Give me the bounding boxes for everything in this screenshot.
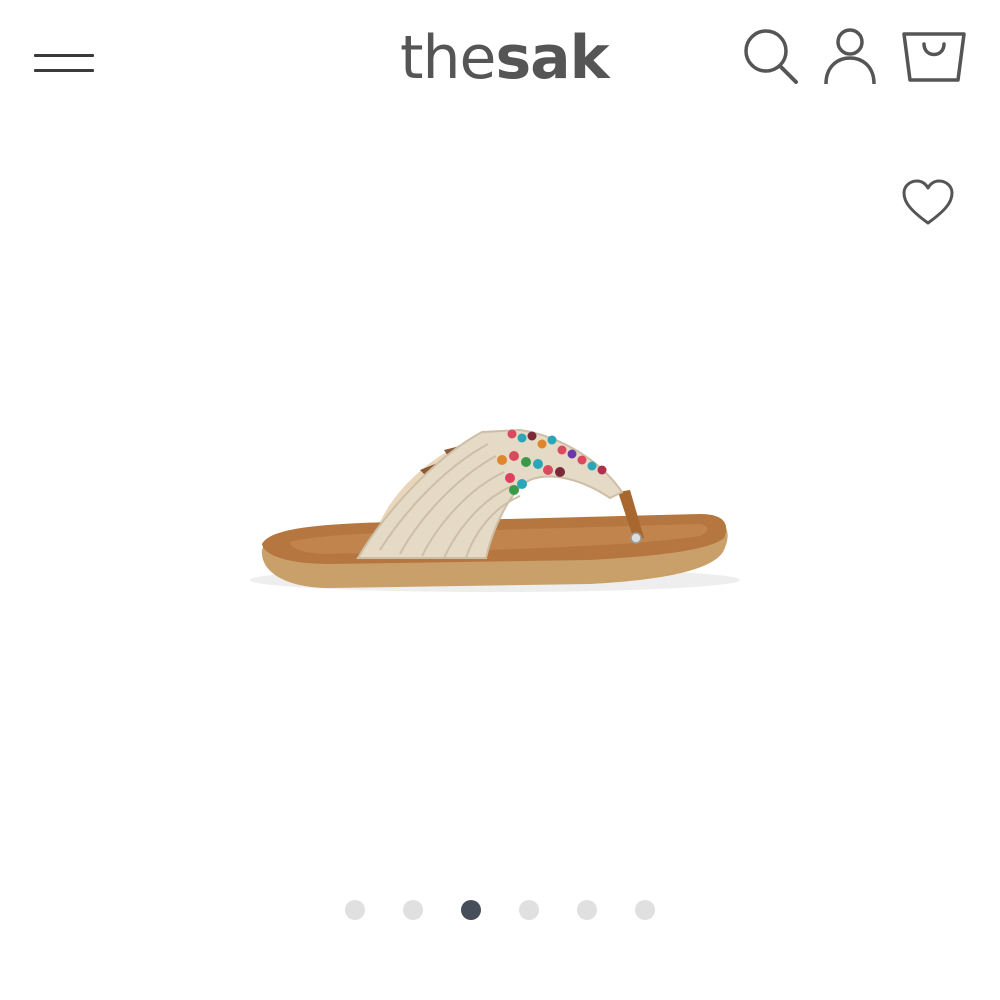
menu-bar-bottom [34, 69, 94, 72]
user-icon[interactable] [818, 24, 882, 88]
heart-icon[interactable] [900, 178, 956, 228]
logo-suffix: sak [495, 23, 609, 93]
pagination-dot[interactable] [519, 900, 539, 920]
pagination-dot[interactable] [577, 900, 597, 920]
menu-bar-top [34, 54, 94, 57]
shopping-bag-icon[interactable] [900, 24, 968, 88]
site-header: thesak [0, 0, 1000, 120]
brand-logo[interactable]: thesak [400, 18, 630, 98]
hamburger-menu-icon[interactable] [28, 40, 100, 86]
pagination-dot[interactable] [403, 900, 423, 920]
pagination-dot[interactable] [635, 900, 655, 920]
gallery-pagination [0, 895, 1000, 925]
pagination-dot[interactable] [345, 900, 365, 920]
logo-prefix: the [400, 23, 496, 93]
search-icon[interactable] [738, 24, 802, 88]
product-image[interactable] [230, 400, 770, 620]
pagination-dot[interactable] [461, 900, 481, 920]
